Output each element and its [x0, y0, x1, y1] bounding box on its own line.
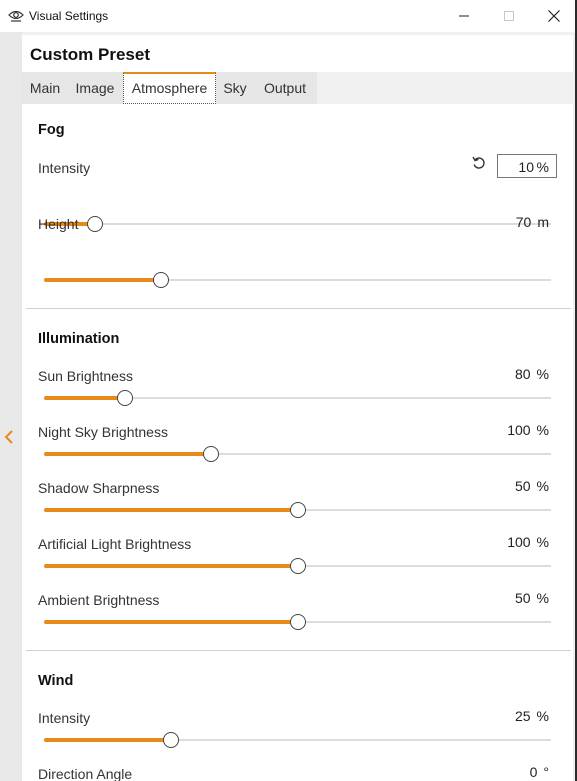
wind-intensity-unit: % [536, 708, 549, 724]
fog-height-slider[interactable] [44, 272, 551, 288]
slider-fill [44, 738, 171, 742]
fog-intensity-input[interactable]: 10 % [497, 154, 557, 178]
illumination-section-title: Illumination [38, 331, 120, 347]
night-sky-brightness-unit: % [536, 422, 549, 438]
slider-fill [44, 508, 298, 512]
fog-section-title: Fog [38, 122, 65, 138]
shadow-sharpness-value-group: 50% [515, 478, 549, 494]
sun-brightness-unit: % [536, 366, 549, 382]
slider-fill [44, 620, 298, 624]
tab-atmosphere[interactable]: Atmosphere [123, 72, 216, 104]
shadow-sharpness-label: Shadow Sharpness [38, 480, 160, 496]
night-sky-brightness-value: 100 [507, 422, 531, 438]
slider-fill [44, 278, 161, 282]
artificial-light-brightness-label: Artificial Light Brightness [38, 536, 192, 552]
shadow-sharpness-unit: % [536, 478, 549, 494]
fog-intensity-value: 10 [518, 159, 534, 175]
slider-fill [44, 452, 212, 456]
minimize-icon [459, 15, 469, 17]
sun-brightness-value-group: 80% [515, 366, 549, 382]
title-bar: Visual Settings [0, 0, 577, 32]
ambient-brightness-value-group: 50% [515, 590, 549, 606]
tab-output[interactable]: Output [258, 72, 312, 104]
night-sky-brightness-slider[interactable] [44, 446, 551, 462]
direction-angle-unit: ° [543, 764, 549, 780]
wind-intensity-slider[interactable] [44, 732, 551, 748]
night-sky-brightness-value-group: 100% [507, 422, 549, 438]
fog-height-unit: m [537, 214, 549, 230]
wind-intensity-value-group: 25% [515, 708, 549, 724]
direction-angle-value-group: 0 ° [530, 764, 549, 780]
sun-brightness-label: Sun Brightness [38, 368, 133, 384]
artificial-light-brightness-unit: % [536, 534, 549, 550]
sun-brightness-value: 80 [514, 366, 531, 382]
collapse-strip[interactable] [0, 32, 22, 781]
slider-fill [44, 564, 298, 568]
settings-panel: Custom Preset Main Image Atmosphere Sky … [22, 35, 573, 781]
fog-intensity-unit: % [536, 159, 549, 175]
fog-intensity-slider[interactable] [44, 216, 551, 232]
tab-strip: Main Image Atmosphere Sky Output [22, 72, 573, 104]
artificial-light-brightness-value-group: 100% [507, 534, 549, 550]
tab-sky[interactable]: Sky [220, 72, 250, 104]
fog-intensity-label: Intensity [38, 160, 91, 176]
eye-icon [8, 9, 24, 23]
minimize-button[interactable] [441, 0, 487, 32]
direction-angle-label: Direction Angle [38, 766, 133, 781]
chevron-left-icon[interactable] [3, 429, 15, 445]
tab-main[interactable]: Main [26, 72, 64, 104]
slider-thumb[interactable] [117, 390, 134, 406]
close-button[interactable] [531, 0, 577, 32]
wind-intensity-value: 25 [514, 708, 531, 724]
section-divider [26, 650, 571, 651]
close-icon [548, 10, 560, 22]
tab-image[interactable]: Image [70, 72, 120, 104]
artificial-light-brightness-slider[interactable] [44, 558, 551, 574]
direction-angle-value: 0 [529, 764, 538, 780]
fog-height-value-group: 70 m [516, 214, 549, 230]
night-sky-brightness-label: Night Sky Brightness [38, 424, 168, 440]
section-divider [26, 308, 571, 309]
shadow-sharpness-slider[interactable] [44, 502, 551, 518]
wind-section-title: Wind [38, 673, 74, 689]
preset-title: Custom Preset [30, 45, 150, 64]
ambient-brightness-value: 50 [514, 590, 531, 606]
fog-height-label: Height [38, 216, 79, 232]
atmosphere-content: Fog Intensity 10 % Height 70 m Illuminat… [22, 104, 573, 781]
slider-thumb[interactable] [289, 614, 306, 630]
fog-height-value: 70 [515, 214, 532, 230]
shadow-sharpness-value: 50 [514, 478, 531, 494]
artificial-light-brightness-value: 100 [507, 534, 531, 550]
slider-track [44, 223, 551, 225]
slider-thumb[interactable] [86, 216, 103, 232]
reset-icon[interactable] [471, 155, 487, 171]
slider-thumb[interactable] [152, 272, 169, 288]
slider-fill [44, 396, 126, 400]
slider-thumb[interactable] [289, 502, 306, 518]
maximize-button[interactable] [486, 0, 532, 32]
slider-thumb[interactable] [203, 446, 220, 462]
ambient-brightness-unit: % [536, 590, 549, 606]
sun-brightness-slider[interactable] [44, 390, 551, 406]
ambient-brightness-label: Ambient Brightness [38, 592, 160, 608]
wind-intensity-label: Intensity [38, 710, 91, 726]
maximize-icon [504, 11, 514, 21]
slider-thumb[interactable] [289, 558, 306, 574]
slider-thumb[interactable] [162, 732, 179, 748]
window-title: Visual Settings [29, 9, 109, 23]
ambient-brightness-slider[interactable] [44, 614, 551, 630]
